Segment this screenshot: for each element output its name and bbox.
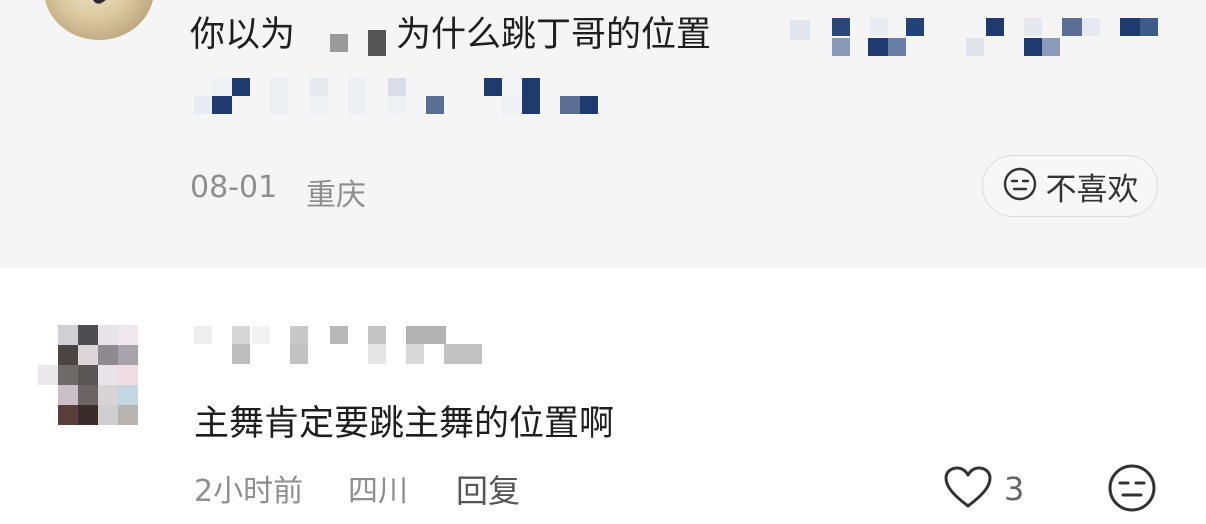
censor-pixel [388, 96, 406, 114]
username-censor-pixel [368, 344, 386, 364]
censor-pixel [888, 38, 906, 56]
censor-pixel [212, 96, 232, 114]
censor-pixel [966, 38, 984, 56]
censor-pixel [580, 96, 598, 114]
avatar-pixel [58, 385, 78, 405]
censor-pixel [388, 78, 406, 96]
avatar-pixel [78, 405, 98, 425]
censor-pixel [194, 96, 212, 114]
avatar-pixel [118, 345, 138, 365]
comment-location: 重庆 [306, 178, 366, 213]
username-censor-pixel [232, 326, 250, 344]
censor-pixel [426, 96, 444, 114]
censor-pixel [232, 78, 250, 96]
dislike-label: 不喜欢 [1045, 171, 1139, 208]
username-censor-pixel [252, 326, 270, 344]
comment-text-main: 为什么跳丁哥的位置 [396, 15, 712, 55]
censor-pixel [1140, 18, 1158, 36]
reply-time: 2小时前 [194, 474, 304, 509]
reply-location: 四川 [348, 474, 408, 509]
censor-pixel [310, 96, 328, 114]
censor-pixel [484, 78, 502, 96]
username-censor-pixel [406, 326, 446, 344]
username-censor-pixel [406, 344, 424, 364]
avatar-pixel [78, 365, 98, 385]
username-censor-pixel [444, 344, 482, 364]
heart-icon[interactable] [942, 464, 994, 514]
neutral-face-icon [1002, 166, 1038, 206]
reply-button[interactable]: 回复 [456, 466, 520, 512]
censor-pixel [986, 18, 1004, 36]
avatar-pixel [98, 325, 118, 345]
avatar-pixel [98, 405, 118, 425]
censor-pixel [868, 38, 888, 56]
dislike-face-icon[interactable] [1106, 462, 1158, 518]
like-count: 3 [1004, 470, 1025, 508]
censor-pixel [310, 78, 328, 96]
dislike-button[interactable]: 不喜欢 [982, 155, 1158, 217]
avatar-pixel [98, 385, 118, 405]
censor-pixel [1120, 18, 1140, 36]
censor-pixel [560, 96, 580, 114]
avatar-shape [88, 0, 130, 7]
username-censor-pixel [330, 326, 348, 344]
reply-avatar[interactable] [38, 325, 158, 425]
avatar-pixel [118, 365, 138, 385]
avatar-pixel [98, 365, 118, 385]
censor-pixel [212, 78, 232, 96]
username-censor-pixel [290, 326, 308, 344]
avatar-pixel [78, 325, 98, 345]
username-censor-pixel [368, 326, 386, 344]
avatar-pixel [38, 365, 58, 385]
censor-pixel [906, 18, 924, 36]
censor-pixel [790, 20, 810, 40]
avatar-pixel [58, 325, 78, 345]
top-comment-card: 你以为 为什么跳丁哥的位置 08-01 重庆 不喜欢 [0, 0, 1206, 268]
censor-pixel [270, 78, 288, 114]
censor-pixel [870, 18, 888, 36]
censor-pixel [502, 96, 522, 114]
avatar-pixel [78, 345, 98, 365]
username-censor-pixel [290, 344, 308, 364]
censor-pixel [1042, 38, 1060, 56]
censor-pixel [1024, 38, 1042, 56]
avatar-pixel [118, 405, 138, 425]
avatar[interactable] [44, 0, 154, 40]
censor-pixel [348, 78, 366, 114]
censor-pixel [832, 38, 850, 56]
reply-text: 主舞肯定要跳主舞的位置啊 [194, 404, 615, 444]
censor-pixel [522, 78, 540, 114]
comment-text-prefix: 你以为 [190, 15, 296, 55]
avatar-pixel [118, 385, 138, 405]
censor-pixel [1082, 18, 1100, 36]
username-censor-pixel [194, 326, 212, 344]
censor-pixel [368, 30, 386, 56]
censor-pixel [832, 18, 850, 36]
censor-pixel [330, 34, 348, 52]
comment-date: 08-01 [190, 170, 278, 205]
avatar-pixel [58, 405, 78, 425]
username-censor-pixel [232, 344, 250, 364]
censor-pixel [1024, 18, 1042, 36]
censor-pixel [1062, 18, 1082, 36]
avatar-pixel [118, 325, 138, 345]
avatar-pixel [78, 385, 98, 405]
avatar-pixel [58, 345, 78, 365]
avatar-pixel [58, 365, 78, 385]
avatar-pixel [98, 345, 118, 365]
